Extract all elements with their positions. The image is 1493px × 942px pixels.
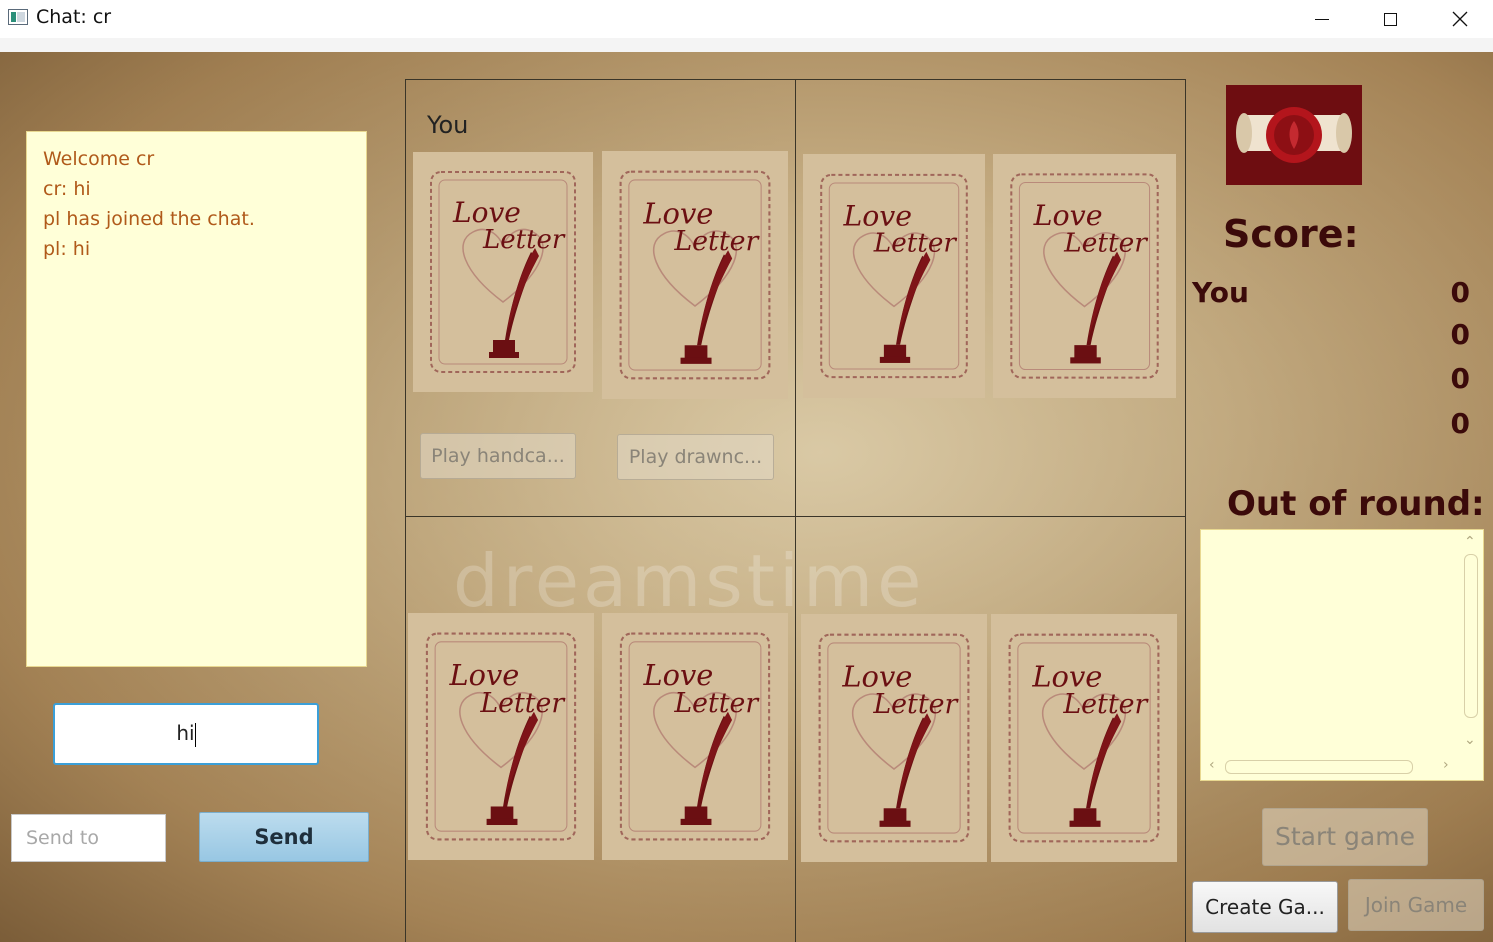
send-to-field[interactable]: Send to	[11, 814, 166, 862]
quill-card-back-icon	[408, 613, 594, 860]
score-value: 0	[1450, 318, 1470, 351]
game-board: dreamstime You Play handca... Play drawn…	[405, 79, 1186, 942]
text-caret	[194, 722, 196, 747]
chevron-right-icon[interactable]: ›	[1443, 757, 1449, 773]
score-row: 0	[1192, 407, 1470, 447]
out-of-round-title: Out of round:	[1227, 484, 1485, 524]
opponent-card	[801, 614, 987, 862]
player-label: You	[427, 111, 469, 139]
quill-card-back-icon	[602, 613, 788, 860]
board-border	[1185, 79, 1186, 942]
minimize-button[interactable]	[1287, 0, 1357, 38]
quill-card-back-icon	[993, 154, 1176, 398]
opponent-card	[803, 154, 985, 398]
message-input-value: hi	[176, 721, 195, 745]
opponent-card	[602, 613, 788, 860]
play-handcard-button[interactable]: Play handca...	[420, 433, 576, 479]
minimize-icon	[1315, 18, 1329, 20]
scrollbar-thumb[interactable]	[1464, 554, 1478, 718]
chevron-down-icon[interactable]: ⌄	[1464, 732, 1476, 748]
opponent-card	[993, 154, 1176, 398]
opponent-card	[991, 614, 1177, 862]
game-area: Welcome cr cr: hi pl has joined the chat…	[0, 38, 1493, 942]
close-icon	[1452, 11, 1468, 27]
maximize-button[interactable]	[1355, 0, 1425, 38]
chat-message: cr: hi	[43, 178, 91, 200]
window-title: Chat: cr	[36, 6, 112, 28]
play-drawncard-button[interactable]: Play drawnc...	[617, 434, 774, 480]
chat-message: Welcome cr	[43, 148, 155, 170]
join-game-button[interactable]: Join Game	[1348, 879, 1484, 931]
quill-card-back-icon	[991, 614, 1177, 862]
score-value: 0	[1450, 362, 1470, 395]
board-divider	[405, 516, 1186, 517]
score-value: 0	[1450, 276, 1470, 309]
horizontal-scrollbar[interactable]: ‹ ›	[1207, 757, 1457, 776]
vertical-scrollbar[interactable]: ⌃ ⌄	[1461, 534, 1479, 750]
quill-card-back-icon	[803, 154, 985, 398]
score-row: 0	[1192, 318, 1470, 358]
window-titlebar: Chat: cr	[0, 0, 1493, 39]
score-row: You 0	[1192, 276, 1470, 316]
scrollbar-thumb[interactable]	[1225, 760, 1413, 774]
out-of-round-list: ⌃ ⌄ ‹ ›	[1200, 529, 1484, 781]
message-input[interactable]: hi	[53, 703, 319, 765]
start-game-button[interactable]: Start game	[1262, 808, 1428, 866]
hand-card[interactable]	[413, 152, 593, 392]
score-row: 0	[1192, 362, 1470, 402]
send-button[interactable]: Send	[199, 812, 369, 862]
watermark: dreamstime	[453, 539, 926, 623]
chat-message: pl has joined the chat.	[43, 208, 255, 230]
score-player-name: You	[1192, 276, 1249, 309]
app-window-icon	[8, 9, 28, 25]
score-title: Score:	[1223, 212, 1359, 256]
quill-card-back-icon	[413, 152, 593, 392]
score-value: 0	[1450, 407, 1470, 440]
maximize-icon	[1383, 12, 1397, 26]
chevron-up-icon[interactable]: ⌃	[1464, 534, 1476, 550]
close-button[interactable]	[1425, 0, 1493, 38]
wax-seal-scroll-icon	[1226, 85, 1362, 185]
board-border	[405, 79, 406, 942]
chevron-left-icon[interactable]: ‹	[1209, 757, 1215, 773]
create-game-button[interactable]: Create Ga...	[1192, 881, 1338, 933]
quill-card-back-icon	[602, 151, 788, 399]
chat-message: pl: hi	[43, 238, 91, 260]
board-divider	[795, 79, 796, 942]
chat-log: Welcome cr cr: hi pl has joined the chat…	[26, 131, 367, 667]
opponent-card	[408, 613, 594, 860]
quill-card-back-icon	[801, 614, 987, 862]
drawn-card[interactable]	[602, 151, 788, 399]
